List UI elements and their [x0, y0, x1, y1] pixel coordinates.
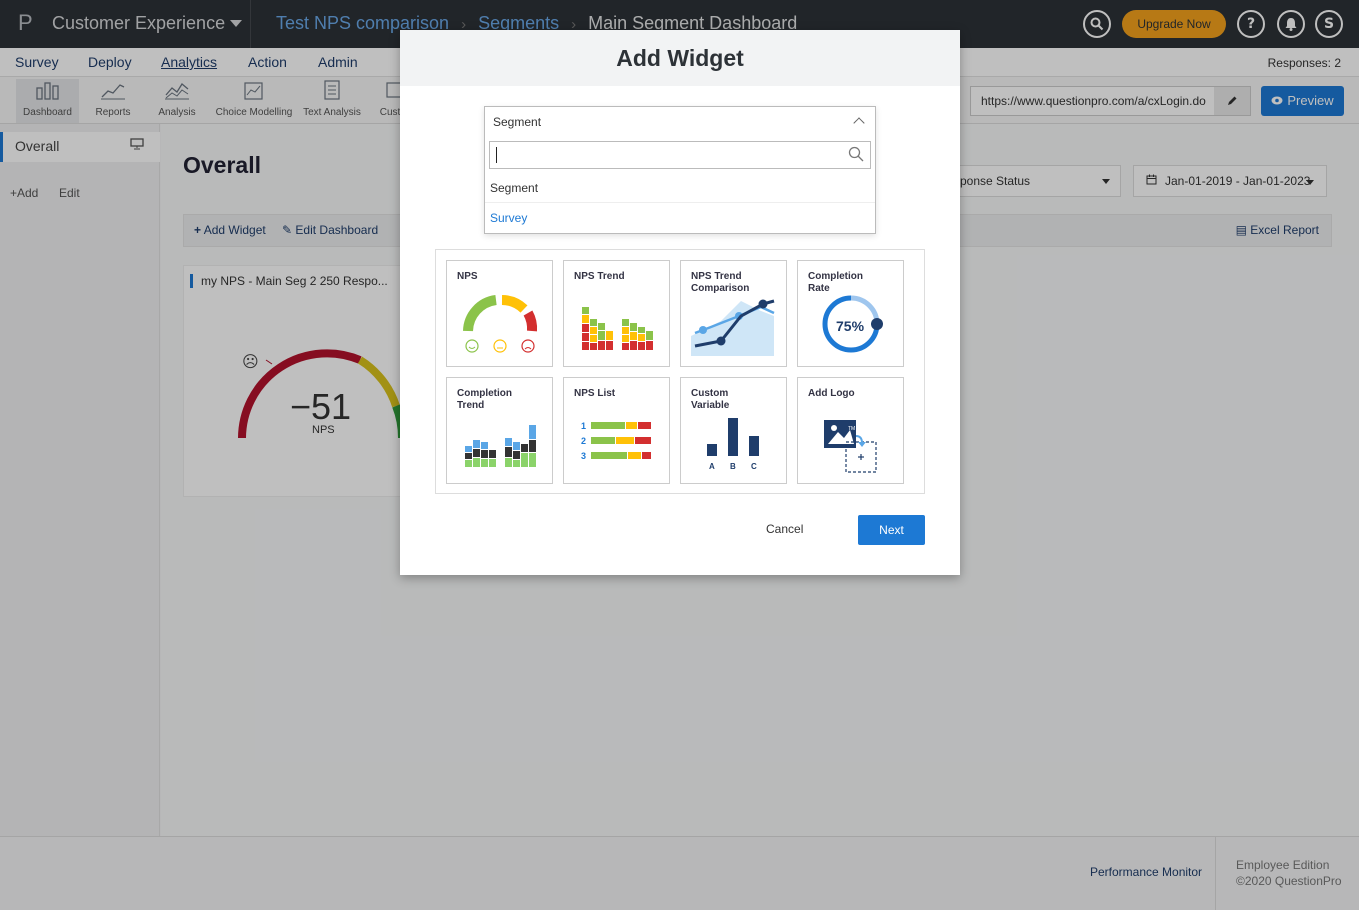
list-number: 1 [581, 421, 586, 431]
tile-label: Completion Rate [808, 271, 863, 294]
next-button[interactable]: Next [858, 515, 925, 545]
bar-letter: A [709, 462, 715, 471]
tile-completion-trend[interactable]: Completion Trend [446, 377, 553, 484]
search-icon [848, 146, 864, 162]
bar-letter: B [730, 462, 736, 471]
option-segment[interactable]: Segment [485, 173, 875, 203]
chevron-up-icon[interactable] [853, 117, 865, 129]
tile-label: NPS Trend Comparison [691, 271, 750, 294]
add-widget-modal: Add Widget Segment Segment Survey NPS NP… [400, 30, 960, 575]
cancel-button[interactable]: Cancel [766, 522, 803, 536]
completion-rate-value: 75% [836, 318, 865, 334]
widget-type-grid: NPS NPS Trend NPS Trend Comparison 75% C… [435, 249, 925, 494]
source-select[interactable]: Segment Segment Survey [484, 106, 876, 234]
tile-completion-rate[interactable]: 75% Completion Rate [797, 260, 904, 367]
tile-nps-trend[interactable]: NPS Trend [563, 260, 670, 367]
tile-label: NPS List [574, 388, 616, 399]
tile-custom-variable[interactable]: A B C Custom Variable [680, 377, 787, 484]
source-search-input[interactable] [489, 141, 871, 169]
tile-label: Completion Trend [457, 388, 512, 411]
list-number: 3 [581, 451, 586, 461]
source-select-value: Segment [493, 115, 542, 129]
tile-label: Custom Variable [691, 388, 730, 411]
option-survey[interactable]: Survey [485, 203, 875, 233]
tile-add-logo[interactable]: TM Add Logo [797, 377, 904, 484]
text-cursor [496, 147, 497, 163]
tile-label: NPS Trend [574, 271, 625, 282]
tile-nps-trend-comparison[interactable]: NPS Trend Comparison [680, 260, 787, 367]
tile-nps-list[interactable]: 1 2 3 NPS List [563, 377, 670, 484]
list-number: 2 [581, 436, 586, 446]
bar-letter: C [751, 462, 757, 471]
tile-label: NPS [457, 271, 478, 282]
modal-title: Add Widget [400, 30, 960, 86]
tile-label: Add Logo [808, 388, 855, 399]
trademark-mark: TM [848, 426, 855, 432]
tile-nps[interactable]: NPS [446, 260, 553, 367]
